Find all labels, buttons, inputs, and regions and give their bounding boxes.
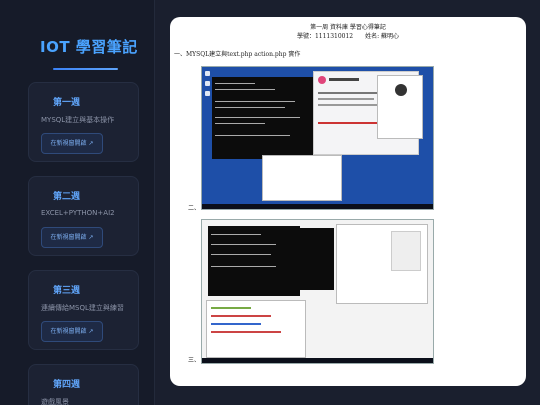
screenshot-2 [201, 219, 434, 364]
week-card-3: 第三週 連續傳給MSQL建立與練習 在新視窗開啟 ↗ [28, 270, 139, 350]
week-desc: 遊戲風景 [41, 398, 69, 405]
week-card-2: 第二週 EXCEL+PYTHON+AI2 在新視窗開啟 ↗ [28, 176, 139, 256]
terminal-window [212, 77, 322, 159]
section-1-label: 一、MYSQL建立與text.php action.php 實作 [174, 51, 301, 58]
sidebar: IOT 學習筆記 第一週 MYSQL建立與基本操作 在新視窗開啟 ↗ 第二週 E… [0, 0, 155, 405]
week-title: 第三週 [53, 286, 81, 296]
brand-title: IOT 學習筆記 [40, 38, 138, 56]
week-title: 第一週 [53, 98, 81, 108]
week-title: 第二週 [53, 192, 81, 202]
week-desc: EXCEL+PYTHON+AI2 [41, 209, 115, 217]
open-week-1-button[interactable]: 在新視窗開啟 ↗ [41, 133, 103, 154]
brand-underline [53, 68, 118, 70]
section-3-label: 三、 [188, 357, 201, 364]
week-desc: 連續傳給MSQL建立與練習 [41, 304, 124, 312]
taskbar [202, 358, 433, 363]
screenshot-1 [201, 66, 434, 210]
profile-popup [377, 75, 423, 139]
open-week-3-button[interactable]: 在新視窗開啟 ↗ [41, 321, 103, 342]
document-subtitle: 學號：1111310012 姓名: 蘇明心 [296, 33, 400, 40]
desktop-icon [205, 81, 210, 86]
week-card-4: 第四週 遊戲風景 [28, 364, 139, 405]
editor-window [262, 155, 342, 201]
open-week-2-button[interactable]: 在新視窗開啟 ↗ [41, 227, 103, 248]
desktop-icon [205, 91, 210, 96]
browser-window [336, 224, 428, 304]
document-viewer: 第一周 資料庫 學習心得筆記 學號：1111310012 姓名: 蘇明心 一、M… [170, 17, 526, 386]
week-card-1: 第一週 MYSQL建立與基本操作 在新視窗開啟 ↗ [28, 82, 139, 162]
document-title: 第一周 資料庫 學習心得筆記 [310, 24, 386, 31]
week-title: 第四週 [53, 380, 81, 390]
desktop-icon [205, 71, 210, 76]
week-desc: MYSQL建立與基本操作 [41, 116, 115, 124]
section-2-label: 二、 [188, 205, 201, 212]
terminal-window-2 [276, 228, 334, 290]
code-editor [206, 300, 306, 358]
taskbar [202, 204, 433, 209]
